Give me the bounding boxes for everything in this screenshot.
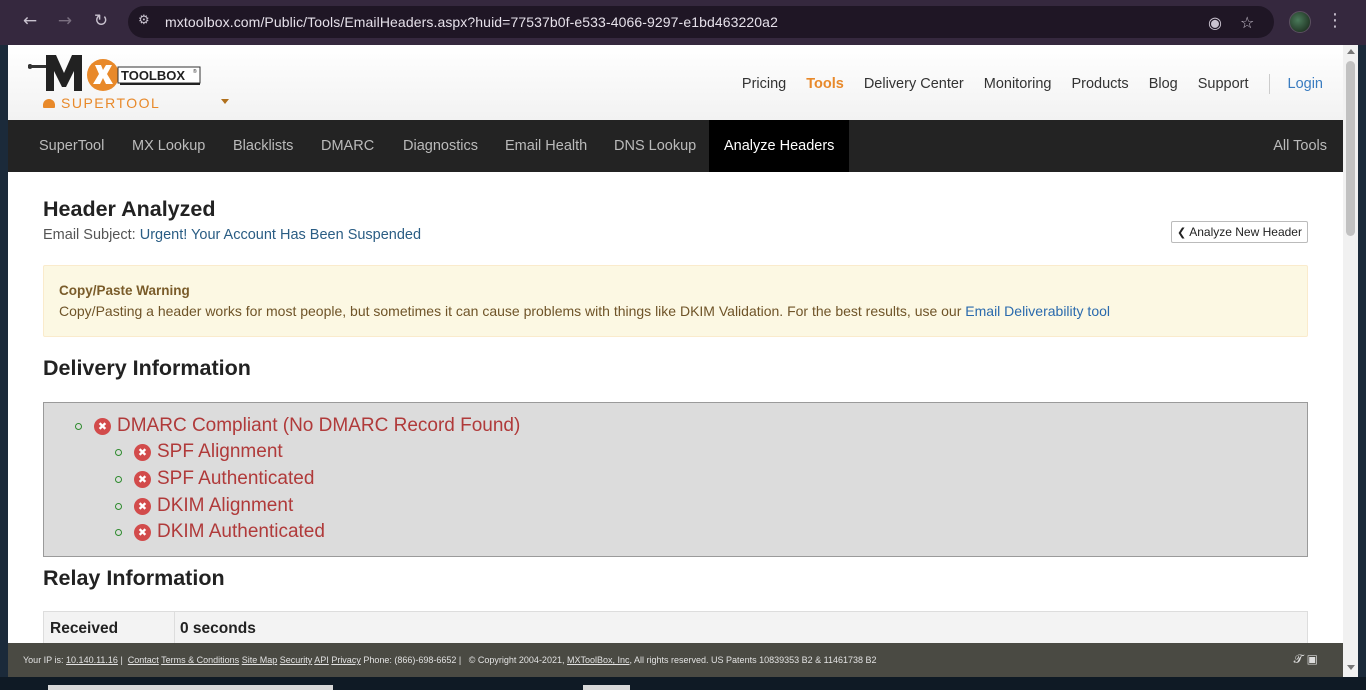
- top-nav: Pricing Tools Delivery Center Monitoring…: [742, 73, 1343, 95]
- email-subject: Email Subject: Urgent! Your Account Has …: [43, 227, 421, 243]
- supertool-selector[interactable]: SUPERTOOL: [43, 95, 160, 111]
- warning-body: Copy/Pasting a header works for most peo…: [59, 303, 1110, 319]
- bullet-icon: [115, 448, 122, 456]
- copy-paste-warning: Copy/Paste Warning Copy/Pasting a header…: [43, 265, 1308, 337]
- fail-icon: ✖: [94, 417, 111, 435]
- relay-title: Relay Information: [43, 566, 225, 590]
- menu-icon[interactable]: ⋮: [1326, 10, 1344, 31]
- twitter-icon[interactable]: 𝓣: [1294, 652, 1303, 666]
- scroll-thumb[interactable]: [1346, 61, 1355, 236]
- tab-dmarc[interactable]: DMARC: [306, 120, 389, 172]
- star-icon[interactable]: ☆: [1240, 13, 1254, 32]
- analyze-new-header-button[interactable]: ❮ Analyze New Header: [1171, 221, 1308, 243]
- table-divider: [174, 612, 175, 643]
- bullet-icon: [115, 502, 122, 510]
- all-tools-link[interactable]: All Tools: [1273, 120, 1327, 172]
- url-text: mxtoolbox.com/Public/Tools/EmailHeaders.…: [165, 14, 778, 30]
- nav-divider: [1268, 74, 1270, 94]
- footer-terms[interactable]: Terms & Conditions: [161, 655, 239, 665]
- email-deliverability-link[interactable]: Email Deliverability tool: [965, 303, 1110, 319]
- tab-dns-lookup[interactable]: DNS Lookup: [599, 120, 711, 172]
- fail-icon: ✖: [134, 470, 151, 488]
- nav-tools[interactable]: Tools: [806, 76, 844, 92]
- social-links: 𝓣 ▣: [1294, 652, 1318, 667]
- taskbar-fragment: [583, 685, 630, 690]
- browser-toolbar: ← → ↻ ⚙ mxtoolbox.com/Public/Tools/Email…: [0, 0, 1366, 45]
- tab-diagnostics[interactable]: Diagnostics: [388, 120, 493, 172]
- fail-icon: ✖: [134, 523, 151, 541]
- footer-sitemap[interactable]: Site Map: [242, 655, 278, 665]
- delivery-item-dkim-alignment: ✖ DKIM Alignment: [115, 495, 293, 517]
- tab-blacklists[interactable]: Blacklists: [218, 120, 308, 172]
- page-scrollbar[interactable]: [1343, 45, 1358, 677]
- relay-table: Received 0 seconds: [43, 611, 1308, 643]
- svg-text:TOOLBOX: TOOLBOX: [121, 68, 185, 83]
- warning-title: Copy/Paste Warning: [59, 283, 190, 298]
- nav-support[interactable]: Support: [1198, 76, 1249, 92]
- ip-link[interactable]: 10.140.11.16: [66, 655, 118, 665]
- nav-monitoring[interactable]: Monitoring: [984, 76, 1052, 92]
- back-icon[interactable]: ←: [19, 10, 41, 32]
- footer-company-link[interactable]: MXToolBox, Inc: [567, 655, 630, 665]
- footer-security[interactable]: Security: [280, 655, 313, 665]
- delivery-item-dkim-authenticated: ✖ DKIM Authenticated: [115, 521, 325, 543]
- taskbar-fragment: [48, 685, 333, 690]
- eye-off-icon[interactable]: ◉: [1208, 13, 1222, 32]
- chevron-down-icon[interactable]: [221, 99, 229, 104]
- blog-icon[interactable]: ▣: [1307, 652, 1318, 666]
- delivery-info-box: ✖ DMARC Compliant (No DMARC Record Found…: [43, 402, 1308, 557]
- login-link[interactable]: Login: [1288, 76, 1323, 92]
- footer-api[interactable]: API: [314, 655, 329, 665]
- forward-icon[interactable]: →: [54, 10, 76, 32]
- tab-analyze-headers[interactable]: Analyze Headers: [709, 120, 850, 172]
- tab-email-health[interactable]: Email Health: [490, 120, 602, 172]
- footer-contact[interactable]: Contact: [128, 655, 159, 665]
- nav-products[interactable]: Products: [1071, 76, 1128, 92]
- delivery-item-spf-alignment: ✖ SPF Alignment: [115, 441, 283, 463]
- site-footer: Your IP is: 10.140.11.16 | Contact Terms…: [8, 643, 1343, 677]
- tool-nav-bar: SuperTool MX Lookup Blacklists DMARC Dia…: [8, 120, 1343, 172]
- subject-value: Urgent! Your Account Has Been Suspended: [139, 227, 422, 243]
- delivery-title: Delivery Information: [43, 356, 251, 380]
- svg-text:®: ®: [193, 68, 197, 75]
- nav-delivery-center[interactable]: Delivery Center: [864, 76, 964, 92]
- page-title: Header Analyzed: [43, 197, 216, 221]
- bullet-icon: [115, 475, 122, 483]
- footer-privacy[interactable]: Privacy: [331, 655, 361, 665]
- bullet-icon: [75, 422, 82, 430]
- web-page: TOOLBOX ® SUPERTOOL Pricing Tools Delive…: [8, 45, 1343, 643]
- fail-icon: ✖: [134, 497, 151, 515]
- tab-supertool[interactable]: SuperTool: [24, 120, 119, 172]
- subject-label: Email Subject:: [43, 227, 136, 243]
- nav-pricing[interactable]: Pricing: [742, 76, 786, 92]
- profile-avatar[interactable]: [1289, 11, 1311, 33]
- fail-icon: ✖: [134, 443, 151, 461]
- address-bar[interactable]: ⚙ mxtoolbox.com/Public/Tools/EmailHeader…: [128, 6, 1274, 38]
- site-info-icon[interactable]: ⚙: [138, 13, 154, 29]
- scroll-down-arrow[interactable]: [1347, 665, 1355, 670]
- scroll-up-arrow[interactable]: [1347, 49, 1355, 54]
- site-header: TOOLBOX ® SUPERTOOL Pricing Tools Delive…: [8, 45, 1343, 120]
- chevron-left-icon: ❮: [1177, 225, 1187, 239]
- relay-col-delay: 0 seconds: [180, 620, 256, 637]
- tab-mx-lookup[interactable]: MX Lookup: [117, 120, 220, 172]
- delivery-item-dmarc: ✖ DMARC Compliant (No DMARC Record Found…: [75, 415, 520, 437]
- reload-icon[interactable]: ↻: [90, 10, 112, 32]
- toolbox-icon: [43, 99, 55, 108]
- relay-col-received: Received: [50, 620, 119, 637]
- nav-blog[interactable]: Blog: [1149, 76, 1178, 92]
- mxtoolbox-logo[interactable]: TOOLBOX ®: [28, 51, 208, 95]
- footer-text: Your IP is: 10.140.11.16 | Contact Terms…: [23, 655, 877, 665]
- bullet-icon: [115, 528, 122, 536]
- delivery-item-spf-authenticated: ✖ SPF Authenticated: [115, 468, 314, 490]
